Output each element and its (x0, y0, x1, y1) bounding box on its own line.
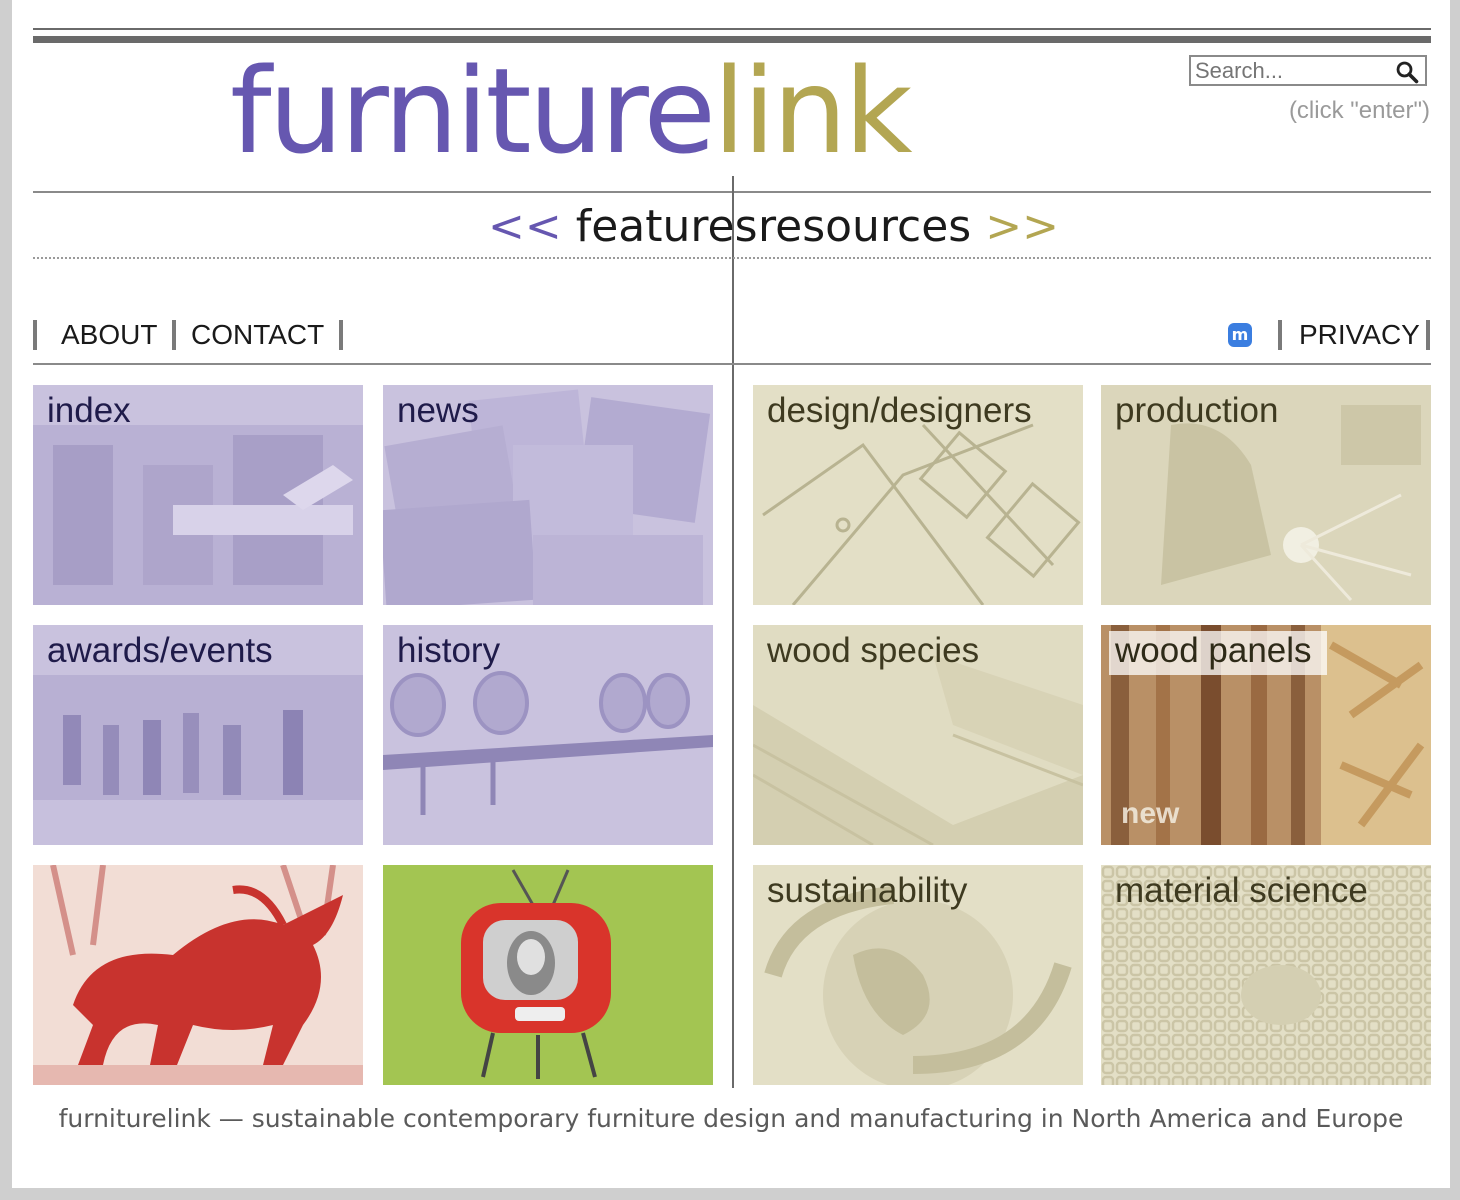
search-icon[interactable] (1395, 60, 1419, 84)
site-logo[interactable]: furniturelink (230, 52, 913, 170)
nav-privacy[interactable]: PRIVACY (1299, 318, 1420, 352)
tile-label: wood species (767, 631, 980, 670)
search-box (1189, 55, 1427, 86)
nav-separator (172, 320, 176, 350)
tile-history[interactable]: history (383, 625, 713, 845)
tile-label: production (1115, 391, 1279, 430)
nav-separator (1278, 320, 1282, 350)
features-heading[interactable]: << features (488, 201, 758, 253)
tile-awards-events[interactable]: awards/events (33, 625, 363, 845)
tile-label: news (397, 391, 479, 430)
tile-index[interactable]: index (33, 385, 363, 605)
search-hint: (click "enter") (1288, 97, 1430, 124)
nav-separator (33, 320, 37, 350)
logo-part-furniture: furniture (230, 42, 716, 180)
resources-label: resources (758, 201, 972, 252)
resources-heading[interactable]: resources >> (758, 201, 1059, 253)
tile-tv-image[interactable] (383, 865, 713, 1085)
nav-contact[interactable]: CONTACT (191, 318, 324, 352)
tile-label: awards/events (47, 631, 273, 670)
tile-label: history (397, 631, 501, 670)
logo-part-link: link (712, 42, 913, 180)
column-divider (732, 176, 734, 1088)
search-input[interactable] (1195, 59, 1391, 83)
tile-wood-species[interactable]: wood species (753, 625, 1083, 845)
tile-label: material science (1115, 871, 1368, 910)
nav-divider (33, 363, 1431, 365)
tile-bull-image[interactable] (33, 865, 363, 1085)
nav-about[interactable]: ABOUT (61, 318, 157, 352)
tile-news[interactable]: news (383, 385, 713, 605)
tile-label: sustainability (767, 871, 968, 910)
tile-design-designers[interactable]: design/designers (753, 385, 1083, 605)
page: furniturelink (click "enter") << feature… (12, 0, 1450, 1188)
new-badge: new (1121, 797, 1180, 830)
top-rule-thin (33, 28, 1431, 30)
nav-separator (1426, 320, 1430, 350)
dotted-divider (33, 257, 1431, 259)
resources-arrow: >> (985, 201, 1059, 252)
tile-label: index (47, 391, 131, 430)
features-arrow: << (488, 201, 562, 252)
tile-sustainability[interactable]: sustainability (753, 865, 1083, 1085)
tile-wood-panels[interactable]: wood panels new (1101, 625, 1431, 845)
bull-image (33, 865, 363, 1085)
tv-image (461, 869, 611, 1079)
features-label: features (575, 201, 758, 252)
tile-material-science[interactable]: material science (1101, 865, 1431, 1085)
tile-label: wood panels (1115, 631, 1312, 670)
tile-production[interactable]: production (1101, 385, 1431, 605)
site-tagline: furniturelink — sustainable contemporary… (58, 1104, 1404, 1133)
tile-label: design/designers (767, 391, 1032, 430)
mastodon-icon[interactable]: m (1228, 323, 1252, 347)
nav-separator (339, 320, 343, 350)
